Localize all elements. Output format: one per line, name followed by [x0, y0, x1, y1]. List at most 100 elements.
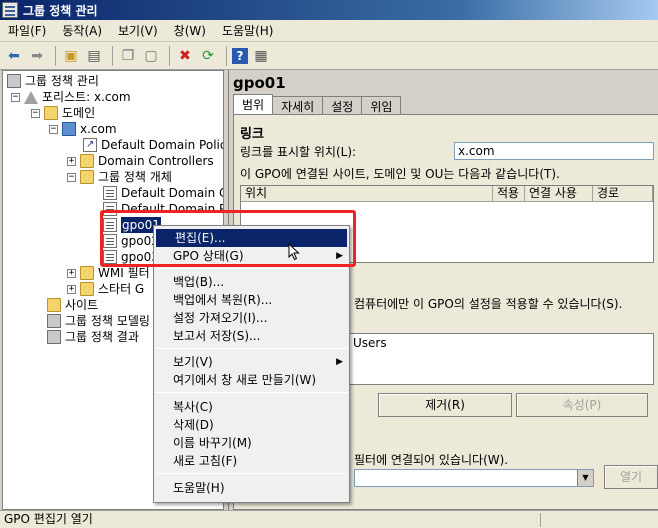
menu-item-help[interactable]: 도움말(H)	[154, 479, 349, 497]
tree-item-label: 그룹 정책 결과	[65, 330, 139, 344]
security-filter-text: 컴퓨터에만 이 GPO의 설정을 적용할 수 있습니다(S).	[354, 297, 623, 311]
menu-item-backup[interactable]: 백업(B)...	[154, 273, 349, 291]
menu-window[interactable]: 창(W)	[166, 22, 214, 39]
paste-icon[interactable]: ▢	[141, 46, 161, 66]
menu-item-copy[interactable]: 복사(C)	[154, 398, 349, 416]
tree-item-gpo-container[interactable]: − 그룹 정책 개체	[67, 169, 172, 185]
tree-item-default-domain-policy-link[interactable]: Default Domain Polic	[83, 137, 224, 153]
collapse-icon[interactable]: −	[67, 172, 76, 182]
back-icon[interactable]: ⬅	[4, 46, 24, 66]
submenu-arrow-icon: ▶	[336, 357, 343, 367]
menu-item-restore[interactable]: 백업에서 복원(R)...	[154, 291, 349, 309]
toolbar: ⬅ ➡ ▣ ▤ ❐ ▢ ✖ ⟳ ? ▦	[0, 42, 658, 70]
tree-item-gp-results[interactable]: 그룹 정책 결과	[47, 329, 139, 345]
toolbar-separator	[55, 45, 56, 66]
display-location-value: x.com	[458, 144, 495, 158]
chevron-down-icon[interactable]: ▼	[577, 470, 593, 486]
collapse-icon[interactable]: −	[49, 124, 58, 134]
menu-item-save-report[interactable]: 보고서 저장(S)...	[154, 327, 349, 345]
tree-item-default-domain-controllers[interactable]: Default Domain C	[103, 185, 224, 201]
menu-bar: 파일(F) 동작(A) 보기(V) 창(W) 도움말(H)	[0, 20, 658, 42]
menu-separator	[156, 392, 347, 393]
wmi-filter-dropdown[interactable]: ▼	[354, 469, 594, 487]
tree-item-label: Default Domain Polic	[101, 138, 224, 152]
display-location-dropdown[interactable]: x.com	[454, 142, 654, 160]
tree-item-label: 사이트	[65, 298, 99, 312]
menu-view[interactable]: 보기(V)	[110, 22, 166, 39]
folder-icon	[44, 106, 58, 120]
links-heading: 링크	[240, 127, 264, 142]
folder-icon	[80, 266, 94, 280]
tab-strip: 범위 자세히 설정 위임	[233, 94, 402, 114]
forest-icon	[24, 90, 38, 104]
help-icon[interactable]: ?	[232, 47, 248, 64]
links-description: 이 GPO에 연결된 사이트, 도메인 및 OU는 다음과 같습니다(T).	[240, 167, 560, 181]
column-location[interactable]: 위치	[241, 186, 493, 202]
tree-item-domains[interactable]: − 도메인	[31, 105, 95, 121]
collapse-icon[interactable]: −	[11, 92, 20, 102]
tree-item-label: 그룹 정책 모델링	[65, 314, 150, 328]
copy-icon[interactable]: ❐	[118, 46, 138, 66]
expand-icon[interactable]: +	[67, 268, 76, 278]
menu-item-label: 보기(V)	[173, 355, 213, 369]
tab-scope[interactable]: 범위	[233, 94, 274, 114]
expand-icon[interactable]: +	[67, 156, 76, 166]
tab-settings[interactable]: 설정	[322, 96, 363, 114]
up-folder-icon[interactable]: ▣	[61, 46, 81, 66]
tree-item-gp-modeling[interactable]: 그룹 정책 모델링	[47, 313, 150, 329]
details-title: gpo01	[233, 74, 286, 92]
menu-separator	[156, 473, 347, 474]
tree-item-label: WMI 필터	[98, 266, 150, 280]
ou-icon	[80, 154, 94, 168]
toolbar-separator	[226, 45, 227, 66]
status-bar: GPO 편집기 열기	[0, 510, 658, 528]
menu-help[interactable]: 도움말(H)	[214, 22, 282, 39]
window-title: 그룹 정책 관리	[23, 3, 98, 18]
properties-button[interactable]: 속성(P)	[516, 393, 648, 417]
tab-delegation[interactable]: 위임	[361, 96, 402, 114]
menu-action[interactable]: 동작(A)	[54, 22, 110, 39]
tab-details[interactable]: 자세히	[272, 96, 324, 114]
tree-item-label: Domain Controllers	[98, 154, 214, 168]
wmi-filter-text: 필터에 연결되어 있습니다(W).	[354, 453, 509, 467]
tree-item-domain-controllers[interactable]: + Domain Controllers	[67, 153, 214, 169]
folder-icon	[80, 282, 94, 296]
menu-item-refresh[interactable]: 새로 고침(F)	[154, 452, 349, 470]
column-link-enabled[interactable]: 연결 사용	[525, 186, 593, 202]
menu-file[interactable]: 파일(F)	[0, 22, 54, 39]
tree-item-sites[interactable]: 사이트	[47, 297, 98, 313]
gpo-icon	[103, 186, 117, 200]
tree-item-domain-xcom[interactable]: − x.com	[49, 121, 117, 137]
toolbar-separator	[169, 45, 170, 66]
tree-item-label: Default Domain C	[121, 186, 224, 200]
mouse-cursor-icon	[288, 243, 300, 261]
properties-icon[interactable]: ▦	[251, 46, 271, 66]
open-button[interactable]: 열기	[604, 465, 658, 489]
tree-item-label: 그룹 정책 개체	[98, 170, 172, 184]
expand-icon[interactable]: +	[67, 284, 76, 294]
tree-item-label: 스타터 G	[98, 282, 145, 296]
tree-item-label: 포리스트: x.com	[42, 90, 131, 104]
tree-item-forest[interactable]: − 포리스트: x.com	[11, 89, 131, 105]
tree-item-label: 그룹 정책 관리	[25, 74, 99, 88]
menu-item-import[interactable]: 설정 가져오기(I)...	[154, 309, 349, 327]
refresh-icon[interactable]: ⟳	[198, 46, 218, 66]
column-path[interactable]: 경로	[593, 186, 653, 202]
show-hide-tree-icon[interactable]: ▤	[84, 46, 104, 66]
remove-button[interactable]: 제거(R)	[378, 393, 512, 417]
delete-icon[interactable]: ✖	[175, 46, 195, 66]
menu-item-rename[interactable]: 이름 바꾸기(M)	[154, 434, 349, 452]
menu-item-delete[interactable]: 삭제(D)	[154, 416, 349, 434]
app-icon	[2, 2, 18, 18]
menu-item-new-window[interactable]: 여기에서 창 새로 만들기(W)	[154, 371, 349, 389]
title-bar: 그룹 정책 관리	[0, 0, 658, 20]
annotation-highlight-box	[100, 210, 356, 267]
collapse-icon[interactable]: −	[31, 108, 40, 118]
tree-item-gpm[interactable]: 그룹 정책 관리	[7, 73, 99, 89]
menu-item-view[interactable]: 보기(V) ▶	[154, 353, 349, 371]
column-enforced[interactable]: 적용	[493, 186, 525, 202]
forward-icon[interactable]: ➡	[27, 46, 47, 66]
tree-item-starter-gpos[interactable]: + 스타터 G	[67, 281, 144, 297]
tree-item-wmi-filters[interactable]: + WMI 필터	[67, 265, 150, 281]
status-divider	[540, 513, 541, 527]
